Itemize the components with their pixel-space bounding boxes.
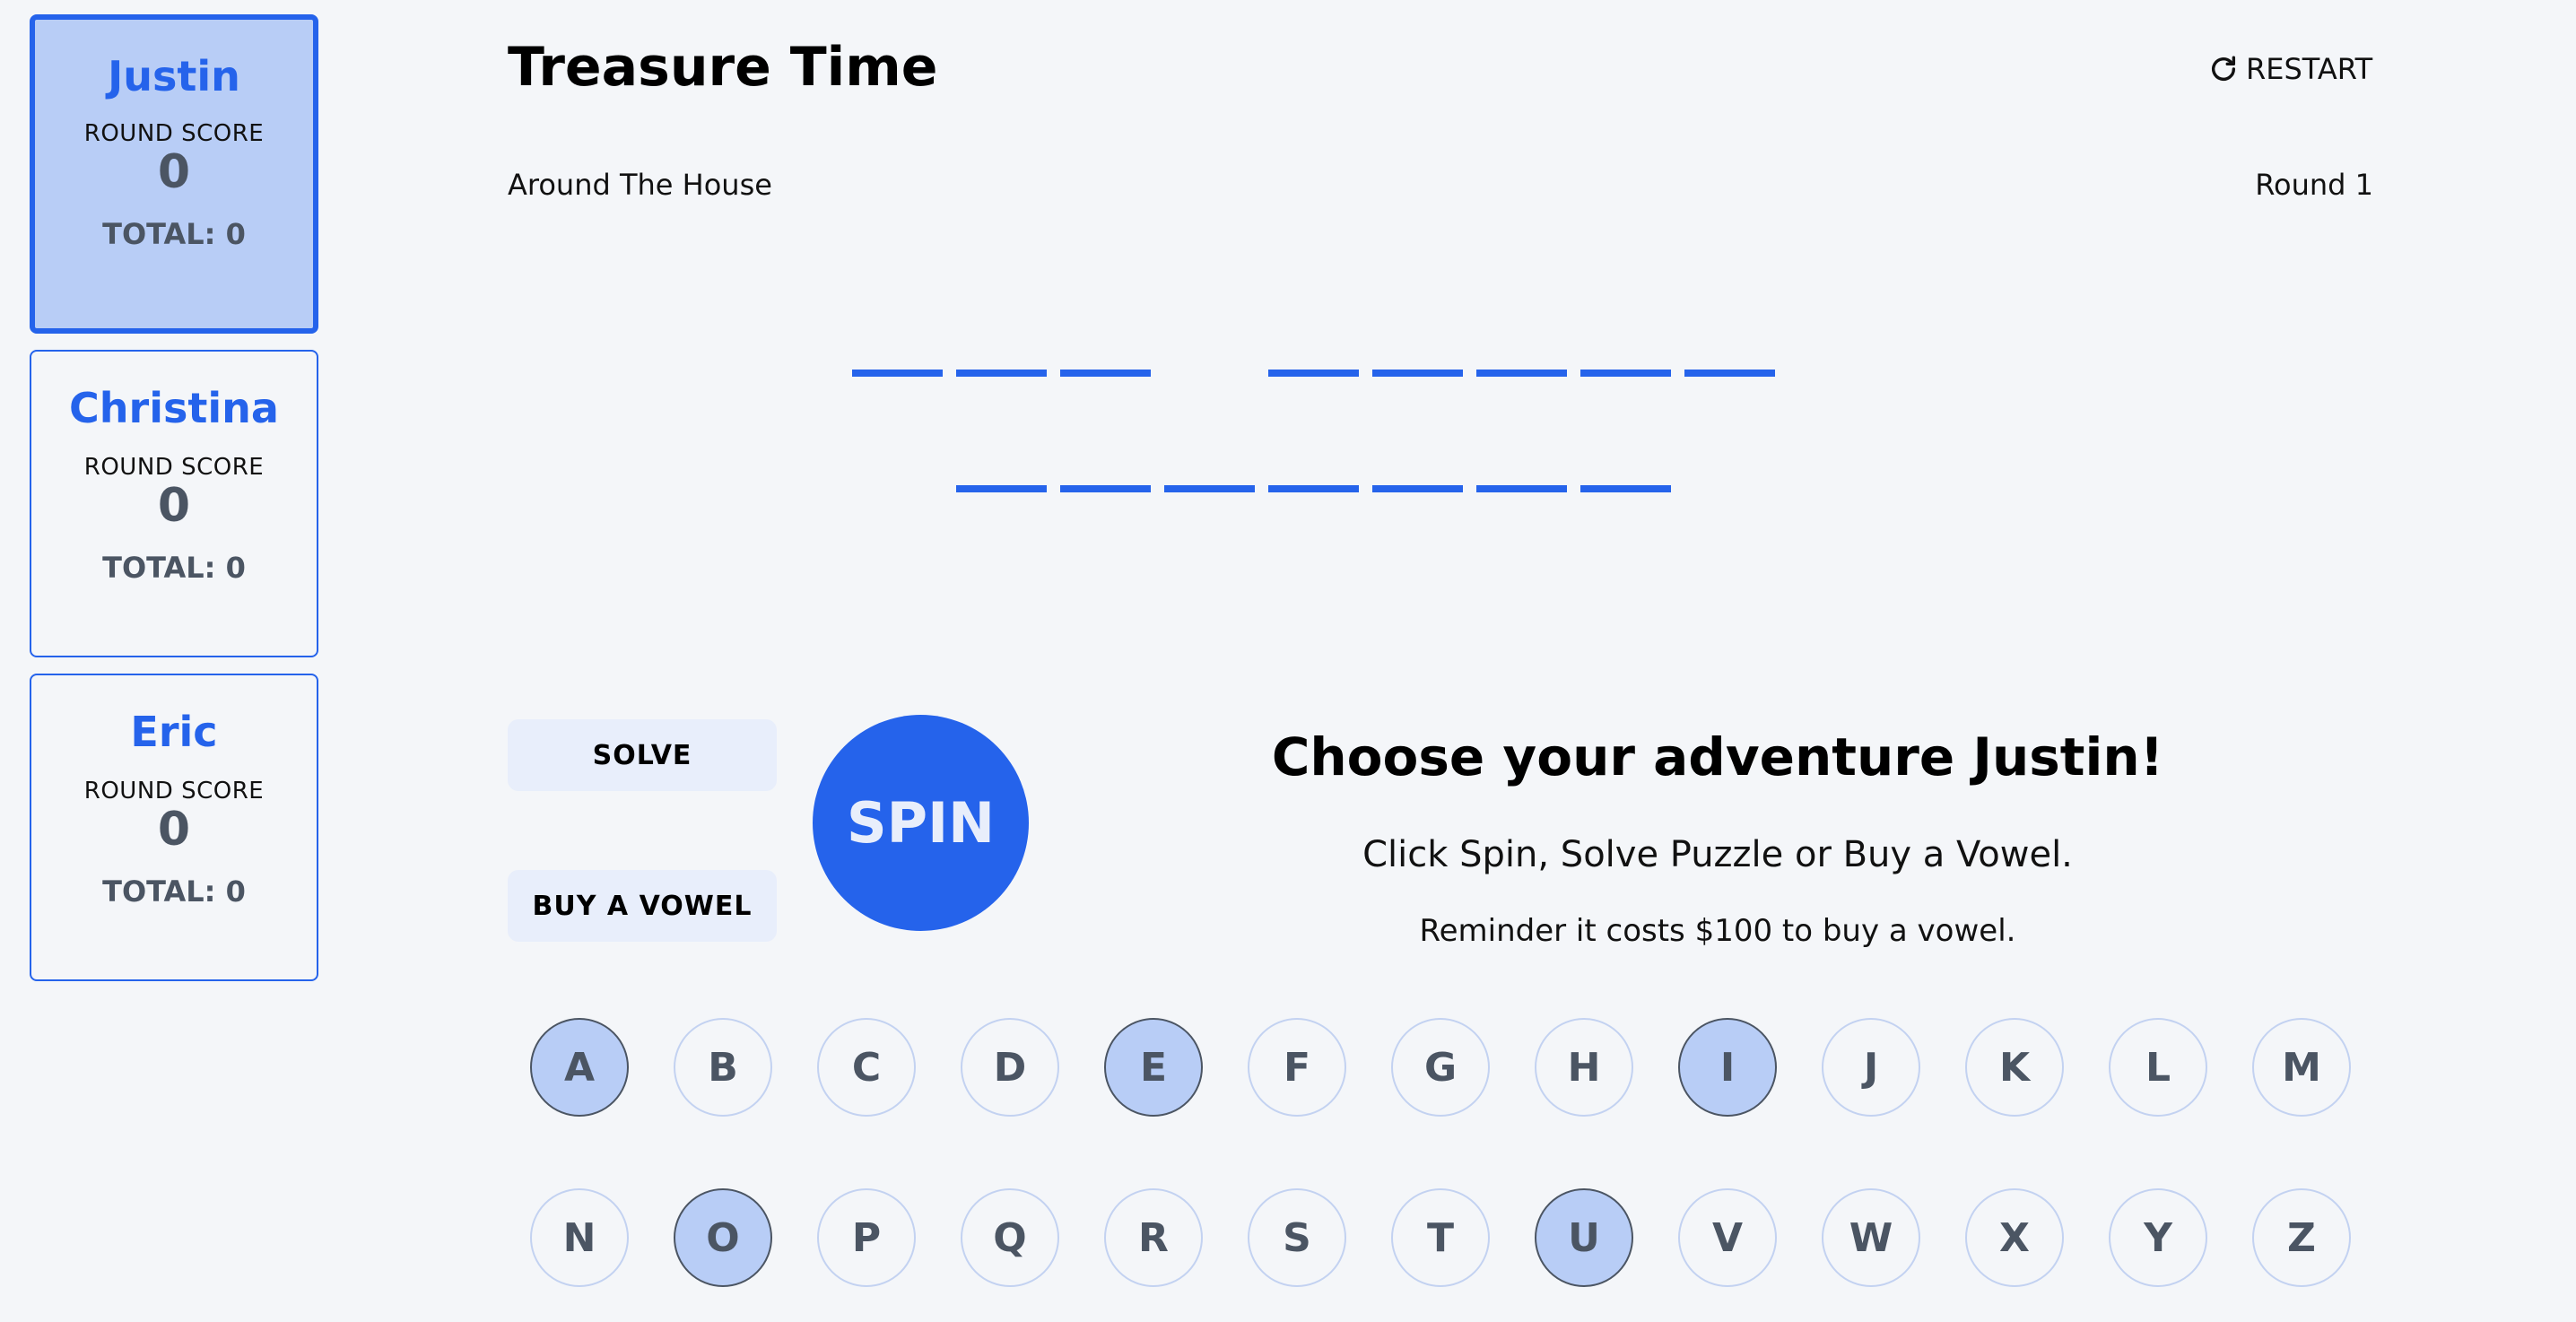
letter-button-g[interactable]: G <box>1391 1018 1490 1117</box>
round-indicator: Round 1 <box>2255 168 2373 202</box>
turn-instruction: Click Spin, Solve Puzzle or Buy a Vowel. <box>1362 834 2073 875</box>
restart-icon <box>2211 56 2236 81</box>
round-score-label: ROUND SCORE <box>83 778 265 805</box>
letter-button-r[interactable]: R <box>1104 1188 1203 1287</box>
turn-heading: Choose your adventure Justin! <box>1271 726 2164 787</box>
letter-button-w[interactable]: W <box>1822 1188 1920 1287</box>
letter-button-e[interactable]: E <box>1104 1018 1203 1117</box>
letter-tile <box>1164 485 1255 492</box>
letter-tile <box>1684 370 1775 377</box>
puzzle-category: Around The House <box>508 168 772 202</box>
player-name: Eric <box>130 708 218 756</box>
solve-button[interactable]: SOLVE <box>508 719 777 791</box>
round-score-value: 0 <box>157 145 191 199</box>
letter-button-z[interactable]: Z <box>2252 1188 2351 1287</box>
letter-button-b[interactable]: B <box>674 1018 772 1117</box>
restart-button[interactable]: RESTART <box>2208 52 2372 86</box>
letter-button-d[interactable]: D <box>961 1018 1059 1117</box>
letter-button-n[interactable]: N <box>530 1188 629 1287</box>
letter-tile <box>1580 485 1671 492</box>
player-card-christina: Christina ROUND SCORE 0 TOTAL: 0 <box>30 350 318 657</box>
total-score: TOTAL: 0 <box>102 874 246 909</box>
round-score-value: 0 <box>157 803 191 857</box>
letter-tile <box>1060 485 1151 492</box>
letter-button-c[interactable]: C <box>817 1018 916 1117</box>
letter-tile <box>1580 370 1671 377</box>
round-score-label: ROUND SCORE <box>83 120 265 147</box>
letter-button-j[interactable]: J <box>1822 1018 1920 1117</box>
letter-button-v[interactable]: V <box>1678 1188 1777 1287</box>
letter-button-o[interactable]: O <box>674 1188 772 1287</box>
letter-button-u[interactable]: U <box>1535 1188 1633 1287</box>
letter-tile <box>1060 370 1151 377</box>
letter-tile <box>956 370 1047 377</box>
total-score: TOTAL: 0 <box>102 551 246 585</box>
letter-tile <box>1268 485 1359 492</box>
letter-button-s[interactable]: S <box>1248 1188 1346 1287</box>
letter-tile <box>1476 370 1567 377</box>
letter-button-p[interactable]: P <box>817 1188 916 1287</box>
letter-button-q[interactable]: Q <box>961 1188 1059 1287</box>
puzzle-board <box>0 0 2576 538</box>
buy-vowel-button[interactable]: BUY A VOWEL <box>508 870 777 942</box>
players-panel: Justin ROUND SCORE 0 TOTAL: 0 Christina … <box>30 14 318 997</box>
restart-label: RESTART <box>2246 52 2373 86</box>
letter-button-m[interactable]: M <box>2252 1018 2351 1117</box>
letter-tile <box>852 370 943 377</box>
letter-button-a[interactable]: A <box>530 1018 629 1117</box>
round-score-value: 0 <box>157 479 191 533</box>
letter-button-h[interactable]: H <box>1535 1018 1633 1117</box>
letter-button-y[interactable]: Y <box>2109 1188 2207 1287</box>
player-name: Christina <box>69 384 279 432</box>
player-card-eric: Eric ROUND SCORE 0 TOTAL: 0 <box>30 674 318 981</box>
spin-button[interactable]: SPIN <box>813 715 1029 931</box>
letter-button-k[interactable]: K <box>1965 1018 2064 1117</box>
letter-button-l[interactable]: L <box>2109 1018 2207 1117</box>
round-score-label: ROUND SCORE <box>83 454 265 481</box>
letter-tile <box>1476 485 1567 492</box>
letter-button-i[interactable]: I <box>1678 1018 1777 1117</box>
letter-tile <box>1372 370 1463 377</box>
letter-button-x[interactable]: X <box>1965 1188 2064 1287</box>
letter-tile <box>1268 370 1359 377</box>
total-score: TOTAL: 0 <box>102 217 246 251</box>
letter-button-f[interactable]: F <box>1248 1018 1346 1117</box>
letter-tile <box>1372 485 1463 492</box>
page-title: Treasure Time <box>508 36 938 99</box>
player-name: Justin <box>108 52 240 100</box>
letter-button-t[interactable]: T <box>1391 1188 1490 1287</box>
vowel-reminder: Reminder it costs $100 to buy a vowel. <box>1419 913 2016 949</box>
letter-tile <box>956 485 1047 492</box>
player-card-justin: Justin ROUND SCORE 0 TOTAL: 0 <box>30 14 318 334</box>
